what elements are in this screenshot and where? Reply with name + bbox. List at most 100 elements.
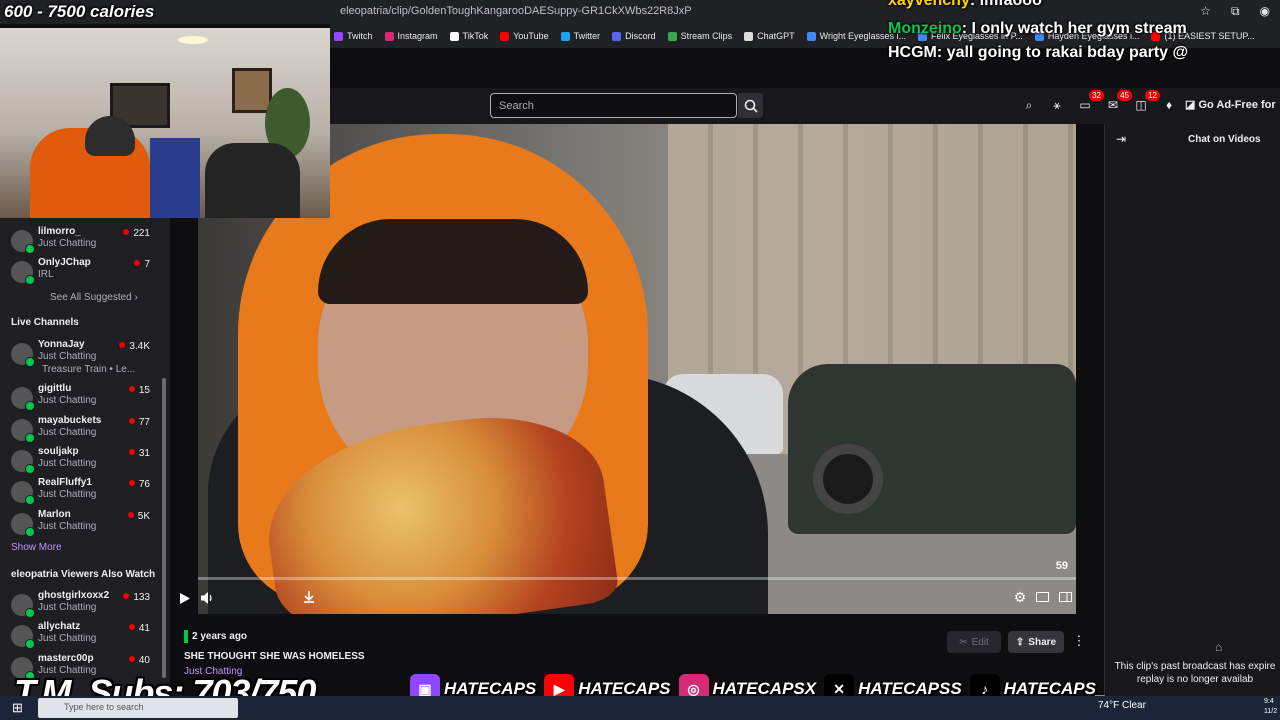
sidebar-channel[interactable]: Marlon Just Chatting 5K — [0, 509, 165, 539]
prime-crown-icon[interactable]: ♦ — [1160, 96, 1178, 114]
sidebar-channel[interactable]: RealFluffy1 Just Chatting 76 — [0, 477, 165, 507]
bookmark-favicon-icon — [384, 31, 394, 41]
sidebar-channel[interactable]: mayabuckets Just Chatting 77 — [0, 415, 165, 445]
search-icon — [744, 99, 758, 113]
video-progress-bar[interactable] — [198, 577, 1076, 580]
overlay-chat-line: xayvenchy: lmfaooo — [888, 0, 1042, 9]
taskbar-search-input[interactable]: Type here to search — [38, 698, 238, 718]
download-icon — [304, 591, 314, 603]
play-button-outer[interactable] — [176, 589, 194, 607]
layout-icon — [1058, 592, 1072, 602]
sidebar-channel[interactable]: allychatz Just Chatting 41 — [0, 621, 165, 651]
cam-person — [205, 143, 300, 218]
bookmark-favicon-icon — [667, 31, 677, 41]
live-channels-heading: Live Channels — [11, 317, 79, 328]
star-icon[interactable]: ☆ — [1200, 4, 1211, 19]
bookmark-item[interactable]: Twitter — [560, 31, 600, 41]
bookmark-favicon-icon — [612, 31, 622, 41]
sidebar-channel[interactable]: lilmorro_ Just Chatting 221 — [0, 226, 165, 256]
bookmark-item[interactable]: Instagram — [384, 31, 438, 41]
avatar — [11, 261, 35, 285]
volume-button-outer[interactable] — [198, 589, 216, 607]
overlay-chat-line: HCGM: yall going to rakai bday party @ — [888, 44, 1189, 61]
cam-lamp — [178, 36, 208, 44]
search-alt-icon[interactable]: ⌕ — [1020, 96, 1038, 114]
avatar — [11, 450, 35, 474]
clip-title: SHE THOUGHT SHE WAS HOMELESS — [184, 651, 365, 662]
chat-panel-title: Chat on Videos — [1188, 134, 1261, 145]
whispers-icon[interactable]: ✉ 45 — [1104, 90, 1132, 114]
channel-extra: Treasure Train • Le... — [42, 364, 136, 375]
avatar — [11, 230, 35, 254]
avatar — [11, 513, 35, 537]
settings-button[interactable]: ⚙ — [1011, 588, 1029, 606]
bookmark-item[interactable]: ChatGPT — [744, 31, 795, 41]
profile-icon[interactable]: ◉ — [1260, 4, 1270, 19]
search-input[interactable]: Search — [490, 93, 737, 118]
taskbar-clock[interactable]: 9:4 11/2 — [1264, 697, 1277, 717]
search-button[interactable] — [738, 93, 763, 118]
video-time-remaining: 59 — [1055, 560, 1068, 572]
calories-overlay: 600 - 7500 calories — [4, 2, 155, 21]
gear-icon: ⚙ — [1013, 588, 1027, 605]
bookmark-favicon-icon — [449, 31, 459, 41]
broadcast-unavailable-icon: ⌂ — [1215, 640, 1223, 654]
bookmark-item[interactable]: Twitch — [334, 31, 373, 41]
sidebar-toggle-button[interactable] — [1056, 588, 1074, 606]
avatar — [11, 419, 35, 443]
bookmark-item[interactable]: Discord — [612, 31, 656, 41]
sidebar-channel[interactable]: souljakp Just Chatting 31 — [0, 446, 165, 476]
avatar — [11, 625, 35, 649]
show-more-link[interactable]: Show More — [11, 542, 62, 553]
overlay-chat-line: Monzeino: I only watch her gym stream — [888, 20, 1187, 37]
chat-unavailable-message: This clip's past broadcast has expire re… — [1114, 661, 1276, 685]
bookmark-item[interactable]: Stream Clips — [667, 31, 732, 41]
scissors-icon: ✂ — [959, 636, 968, 648]
avatar — [11, 481, 35, 505]
video-frame-hair — [318, 219, 588, 304]
left-sidebar: lilmorro_ Just Chatting 221 OnlyJChap IR… — [0, 218, 170, 698]
more-options-button[interactable]: ⋮ — [1072, 633, 1086, 651]
bookmark-favicon-icon — [560, 31, 570, 41]
avatar — [11, 343, 35, 367]
clip-live-indicator — [184, 630, 188, 643]
bookmark-favicon-icon — [500, 31, 510, 41]
download-button[interactable] — [300, 588, 318, 606]
video-frame-wheel — [813, 444, 883, 514]
sidebar-channel[interactable]: OnlyJChap IRL 7 — [0, 257, 165, 287]
avatar — [11, 594, 35, 618]
browser-toolbar: ☆ ⧉ ◉ — [1200, 4, 1270, 19]
cam-person — [150, 138, 200, 218]
sidebar-scrollbar[interactable] — [162, 378, 166, 678]
collapse-panel-button[interactable]: ⇥ — [1116, 132, 1126, 146]
bookmark-item[interactable]: YouTube — [500, 31, 549, 41]
windows-start-icon[interactable]: ⊞ — [12, 700, 23, 716]
edit-button[interactable]: ✂ Edit — [947, 631, 1001, 653]
bookmark-favicon-icon — [334, 31, 343, 41]
share-icon: ⇪ — [1015, 636, 1025, 648]
go-ad-free-button[interactable]: ◪ Go Ad-Free for — [1185, 98, 1276, 111]
extensions-icon[interactable]: ⧉ — [1231, 4, 1240, 19]
avatar — [11, 387, 35, 411]
taskbar-weather[interactable]: 74°F Clear — [1098, 700, 1146, 711]
chat-panel — [1104, 124, 1280, 696]
volume-icon — [201, 592, 212, 604]
bookmark-item[interactable]: TikTok — [449, 31, 488, 41]
theatre-icon — [1035, 592, 1049, 602]
bookmark-favicon-icon — [806, 31, 816, 41]
inbox-icon[interactable]: ▭ 32 — [1076, 90, 1104, 114]
cam-wall-frame — [232, 68, 272, 113]
collapse-arrow-icon: ⇥ — [1116, 132, 1127, 146]
address-bar[interactable]: eleopatria/clip/GoldenToughKangarooDAESu… — [340, 5, 692, 17]
notifications-icon[interactable]: ◫ 12 — [1132, 90, 1160, 114]
play-icon — [180, 592, 190, 604]
share-button[interactable]: ⇪ Share — [1008, 631, 1064, 653]
clip-age: 2 years ago — [192, 631, 248, 642]
sidebar-channel[interactable]: gigittlu Just Chatting 15 — [0, 383, 165, 413]
theatre-mode-button[interactable] — [1033, 588, 1051, 606]
sidebar-channel[interactable]: ghostgirlxoxx2 Just Chatting 133 — [0, 590, 165, 620]
also-watch-heading: eleopatria Viewers Also Watch — [11, 569, 156, 580]
translate-icon[interactable]: ⚹ — [1048, 96, 1066, 114]
see-all-suggested-link[interactable]: See All Suggested › — [50, 292, 138, 303]
sidebar-channel[interactable]: YonnaJay Just Chatting 3.4K Treasure Tra… — [0, 339, 165, 375]
